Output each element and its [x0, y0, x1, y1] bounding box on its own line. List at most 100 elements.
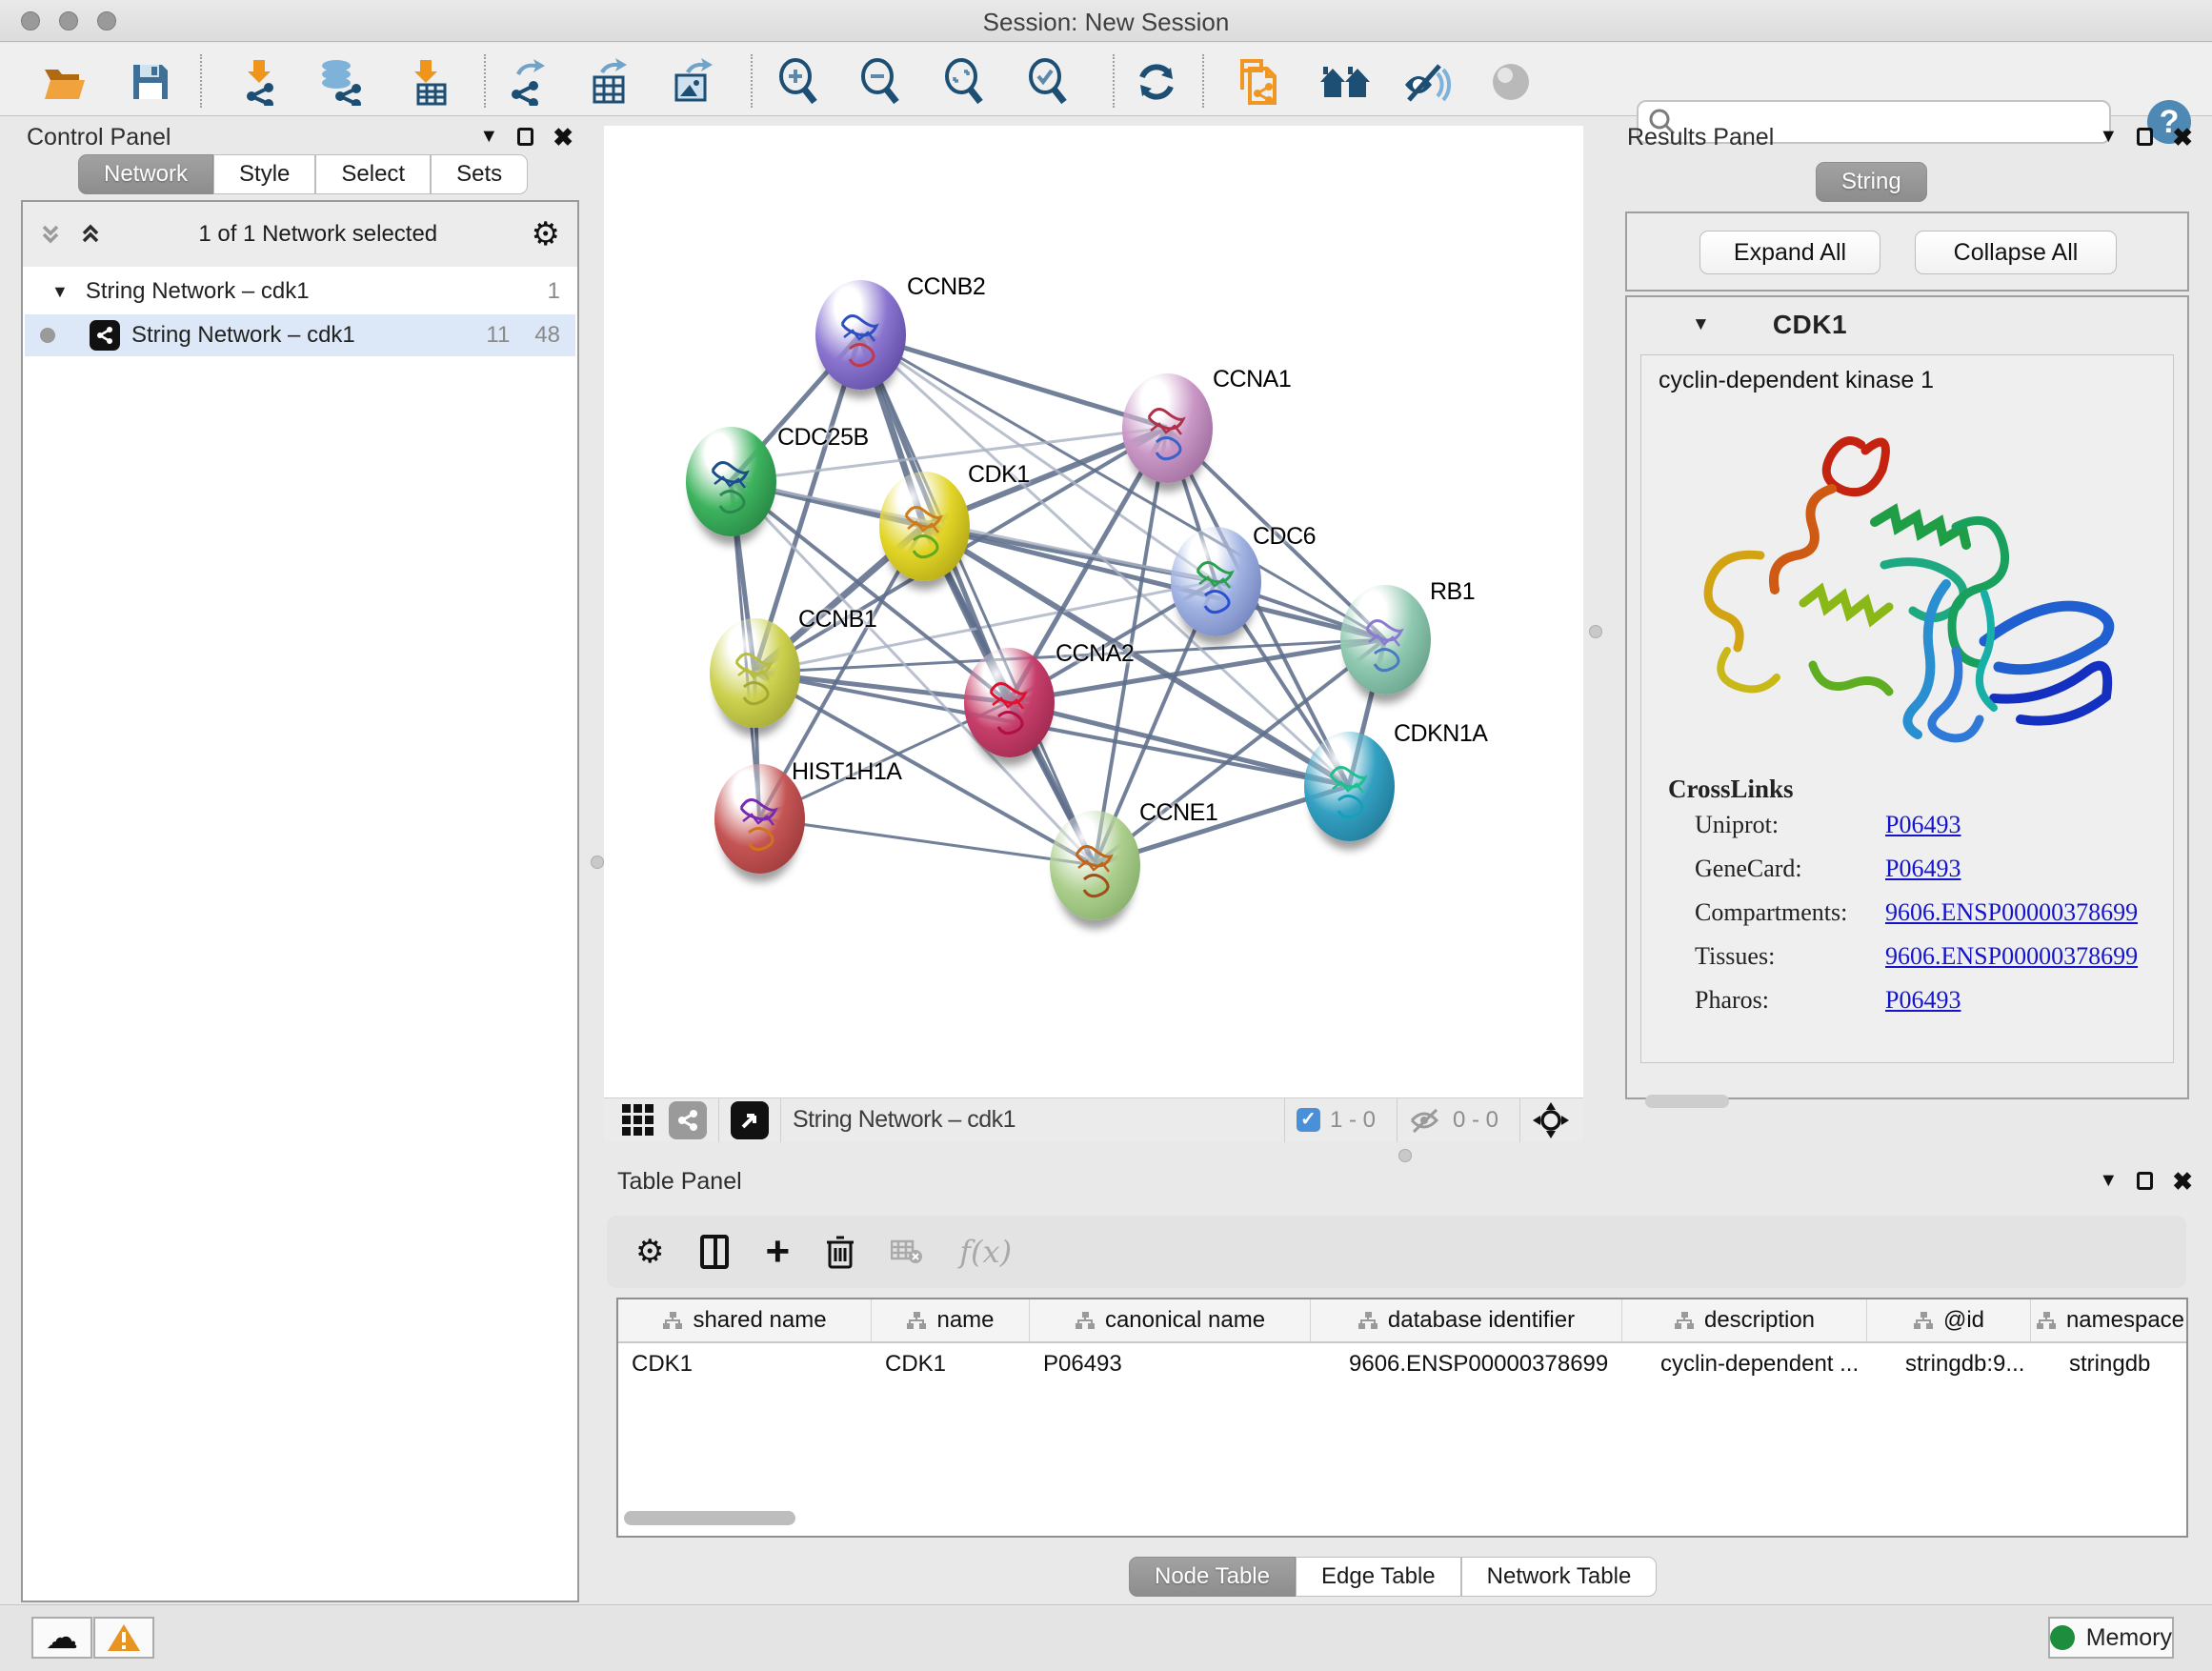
toolbar-separator	[1519, 1098, 1520, 1142]
table-hscrollbar[interactable]	[624, 1511, 795, 1525]
column-header-name[interactable]: name	[872, 1299, 1030, 1341]
column-header-description[interactable]: description	[1622, 1299, 1867, 1341]
column-header-canonical-name[interactable]: canonical name	[1030, 1299, 1311, 1341]
edge-CCNB2-CCNA1[interactable]	[860, 334, 1167, 428]
column-header-database-identifier[interactable]: database identifier	[1311, 1299, 1622, 1341]
cell-name[interactable]: CDK1	[872, 1343, 1030, 1385]
edge-CCNE1-HIST1H1A[interactable]	[759, 818, 1095, 865]
network-canvas[interactable]: CCNB2CCNA1CDC25BCDK1CDC6RB1CCNB1CCNA2CDK…	[604, 126, 1583, 1097]
status-bar: ☁ Memory	[0, 1604, 2212, 1671]
delete-column-icon[interactable]	[826, 1235, 855, 1269]
collapse-triangle-icon[interactable]: ▼	[51, 282, 69, 302]
selected-checkbox-icon[interactable]: ✓	[1297, 1108, 1320, 1132]
expand-all-button[interactable]: Expand All	[1699, 231, 1880, 274]
node-CCNA1[interactable]	[1122, 373, 1213, 483]
tab-network-table[interactable]: Network Table	[1461, 1557, 1658, 1597]
crosslink-link[interactable]: 9606.ENSP00000378699	[1885, 942, 2138, 971]
cloud-status-button[interactable]: ☁	[31, 1617, 92, 1659]
cell-id[interactable]: stringdb:9...	[1867, 1343, 2031, 1385]
fit-selected-crosshair-icon[interactable]	[1532, 1101, 1570, 1139]
node-CCNA2[interactable]	[964, 648, 1055, 757]
results-actions-box: Expand All Collapse All	[1625, 211, 2189, 292]
export-image-icon[interactable]	[665, 60, 718, 104]
network-view-icon[interactable]	[669, 1101, 707, 1139]
import-table-file-icon[interactable]	[400, 60, 453, 104]
collapse-all-button[interactable]: Collapse All	[1915, 231, 2117, 274]
edge-CCNA2-CDKN1A[interactable]	[1009, 702, 1349, 786]
crosslink-link[interactable]: P06493	[1885, 811, 1961, 839]
network-options-gear-icon[interactable]: ⚙	[532, 215, 560, 253]
grid-view-icon[interactable]	[619, 1101, 657, 1139]
node-CDKN1A[interactable]	[1304, 732, 1395, 841]
table-options-gear-icon[interactable]: ⚙	[635, 1233, 664, 1271]
zoom-out-icon[interactable]	[855, 60, 909, 104]
home-networks-icon[interactable]	[1318, 60, 1372, 104]
import-network-database-icon[interactable]	[312, 60, 366, 104]
results-hscrollbar[interactable]	[1645, 1095, 1729, 1108]
panel-float-icon[interactable]	[2137, 1172, 2153, 1190]
bottom-splitter-grip[interactable]	[1398, 1149, 1412, 1162]
section-collapse-triangle-icon[interactable]: ▼	[1692, 314, 1710, 335]
zoom-fit-icon[interactable]	[939, 60, 993, 104]
open-file-icon[interactable]	[38, 60, 91, 104]
crosslink-link[interactable]: 9606.ENSP00000378699	[1885, 898, 2138, 927]
edge-CDK1-RB1[interactable]	[924, 526, 1385, 639]
crosslink-link[interactable]: P06493	[1885, 986, 1961, 1015]
crosslink-link[interactable]: P06493	[1885, 855, 1961, 883]
column-header-shared-name[interactable]: shared name	[618, 1299, 872, 1341]
cell-canonical-name[interactable]: P06493	[1030, 1343, 1311, 1385]
panel-menu-icon[interactable]: ▼	[479, 126, 498, 148]
panel-menu-icon[interactable]: ▼	[2099, 1170, 2118, 1192]
left-splitter-grip[interactable]	[591, 856, 604, 869]
export-table-icon[interactable]	[581, 60, 634, 104]
cell-description[interactable]: cyclin-dependent ...	[1622, 1343, 1867, 1385]
node-RB1[interactable]	[1340, 585, 1431, 695]
panel-close-icon[interactable]: ✖	[553, 128, 573, 147]
panel-float-icon[interactable]	[517, 128, 533, 146]
tab-select[interactable]: Select	[315, 154, 431, 194]
right-splitter-grip[interactable]	[1589, 625, 1602, 638]
expand-all-icon[interactable]	[36, 220, 65, 249]
tab-sets[interactable]: Sets	[431, 154, 528, 194]
cell-shared-name[interactable]: CDK1	[618, 1343, 872, 1385]
column-header-namespace[interactable]: namespace	[2031, 1299, 2188, 1341]
show-columns-icon[interactable]	[700, 1235, 729, 1269]
node-CCNE1[interactable]	[1050, 811, 1140, 920]
hide-unhide-icon[interactable]	[1400, 60, 1454, 104]
tab-node-table[interactable]: Node Table	[1129, 1557, 1296, 1597]
node-CCNB2[interactable]	[815, 280, 906, 390]
memory-button[interactable]: Memory	[2048, 1617, 2174, 1659]
cell-namespace[interactable]: stringdb	[2031, 1343, 2188, 1385]
string-import-icon[interactable]	[1233, 60, 1286, 104]
tab-string[interactable]: String	[1816, 162, 1927, 202]
tab-style[interactable]: Style	[213, 154, 315, 194]
node-CDK1[interactable]	[879, 472, 970, 581]
panel-close-icon[interactable]: ✖	[2172, 1172, 2193, 1191]
node-CDC6[interactable]	[1171, 527, 1261, 636]
panel-float-icon[interactable]	[2137, 128, 2153, 146]
detach-view-icon[interactable]	[731, 1101, 769, 1139]
create-column-icon[interactable]: +	[765, 1238, 790, 1266]
birdseye-toggle-icon[interactable]	[1484, 60, 1538, 104]
node-CCNB1[interactable]	[710, 618, 800, 728]
save-session-icon[interactable]	[124, 60, 177, 104]
refresh-layout-icon[interactable]	[1130, 60, 1183, 104]
cell-database-identifier[interactable]: 9606.ENSP00000378699	[1311, 1343, 1622, 1385]
export-network-icon[interactable]	[499, 60, 553, 104]
column-header-id[interactable]: @id	[1867, 1299, 2031, 1341]
zoom-in-icon[interactable]	[774, 60, 827, 104]
node-table[interactable]: shared namenamecanonical namedatabase id…	[616, 1298, 2188, 1538]
network-collection-row[interactable]: ▼ String Network – cdk1 1	[25, 271, 575, 312]
tab-edge-table[interactable]: Edge Table	[1296, 1557, 1461, 1597]
panel-menu-icon[interactable]: ▼	[2099, 126, 2118, 148]
warnings-button[interactable]	[93, 1617, 154, 1659]
table-row[interactable]: CDK1CDK1P064939606.ENSP00000378699cyclin…	[618, 1343, 2186, 1385]
node-CDC25B[interactable]	[686, 427, 776, 536]
network-row-selected[interactable]: String Network – cdk1 11 48	[25, 314, 575, 356]
panel-close-icon[interactable]: ✖	[2172, 128, 2193, 147]
import-network-file-icon[interactable]	[232, 60, 286, 104]
zoom-selected-icon[interactable]	[1023, 60, 1076, 104]
cloud-icon: ☁	[46, 1619, 78, 1657]
collapse-all-icon[interactable]	[76, 220, 105, 249]
tab-network[interactable]: Network	[78, 154, 213, 194]
